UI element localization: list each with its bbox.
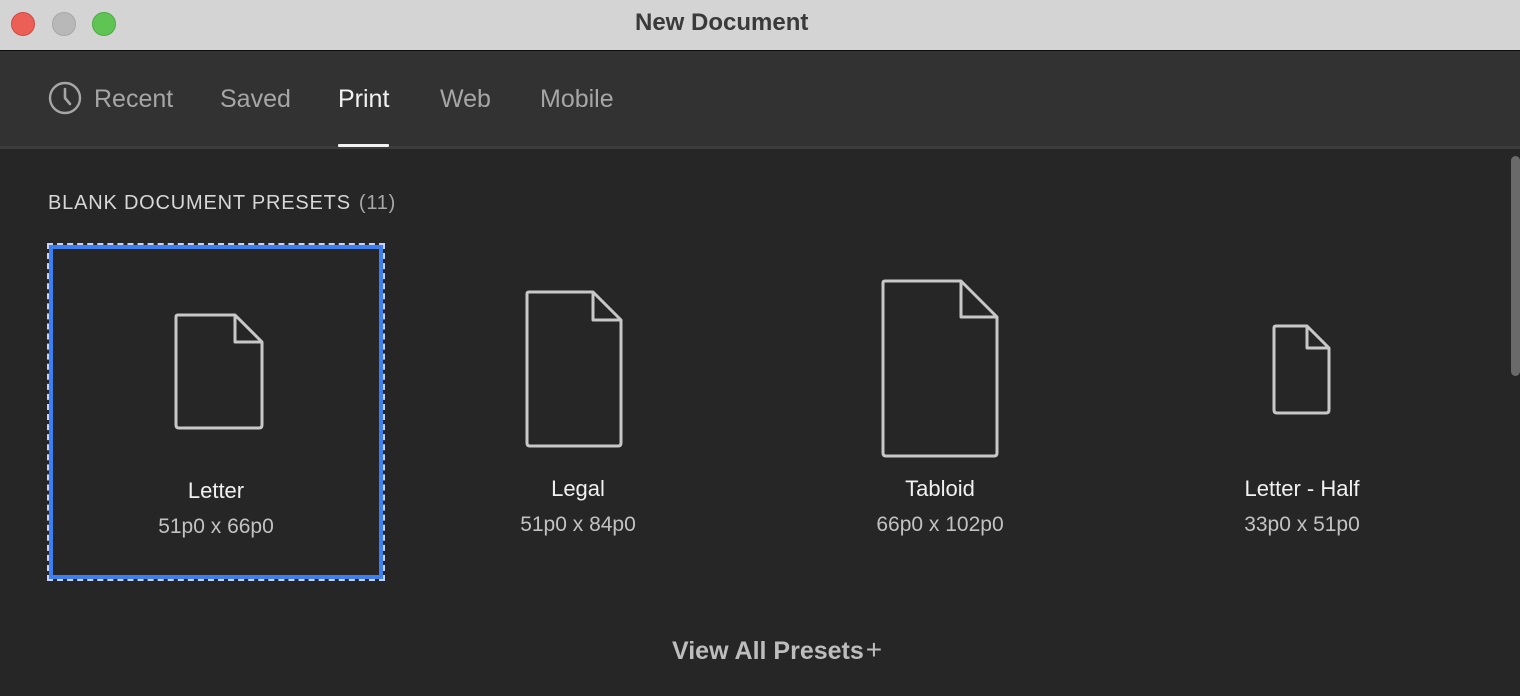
tab-print[interactable]: Print: [338, 82, 390, 147]
preset-name: Letter - Half: [1244, 476, 1360, 501]
preset-name: Legal: [551, 476, 605, 501]
preset-count: (11): [358, 192, 397, 214]
plus-icon: +: [865, 634, 883, 665]
preset-size: 33p0 x 51p0: [1244, 513, 1360, 536]
preset-legal[interactable]: Legal 51p0 x 84p0: [409, 243, 747, 581]
preset-letter-half[interactable]: Letter - Half 33p0 x 51p0: [1133, 243, 1471, 581]
view-all-presets-label: View All Presets: [672, 637, 864, 665]
clock-icon: [48, 81, 82, 115]
new-document-window: New Document Recent Saved Print Web Mobi…: [0, 0, 1520, 696]
section-heading: BLANK DOCUMENT PRESETS (11): [48, 190, 396, 216]
preset-name: Tabloid: [905, 476, 975, 501]
preset-size: 66p0 x 102p0: [876, 513, 1004, 536]
tab-recent[interactable]: Recent: [94, 82, 173, 116]
window-title: New Document: [635, 9, 809, 36]
preset-tabloid[interactable]: Tabloid 66p0 x 102p0: [771, 243, 1109, 581]
category-tab-bar: Recent Saved Print Web Mobile: [0, 51, 1520, 149]
section-heading-label: BLANK DOCUMENT PRESETS: [48, 192, 351, 214]
title-bar: New Document: [0, 0, 1520, 51]
preset-size: 51p0 x 66p0: [158, 515, 274, 538]
scrollbar-thumb[interactable]: [1511, 156, 1520, 376]
preset-name: Letter: [187, 478, 245, 503]
view-all-presets-link[interactable]: View All Presets+: [672, 634, 882, 667]
preset-size: 51p0 x 84p0: [520, 513, 636, 536]
preset-letter[interactable]: Letter 51p0 x 66p0: [47, 243, 385, 581]
tab-saved[interactable]: Saved: [220, 82, 291, 116]
tab-web[interactable]: Web: [440, 82, 491, 116]
tab-mobile[interactable]: Mobile: [540, 82, 614, 116]
